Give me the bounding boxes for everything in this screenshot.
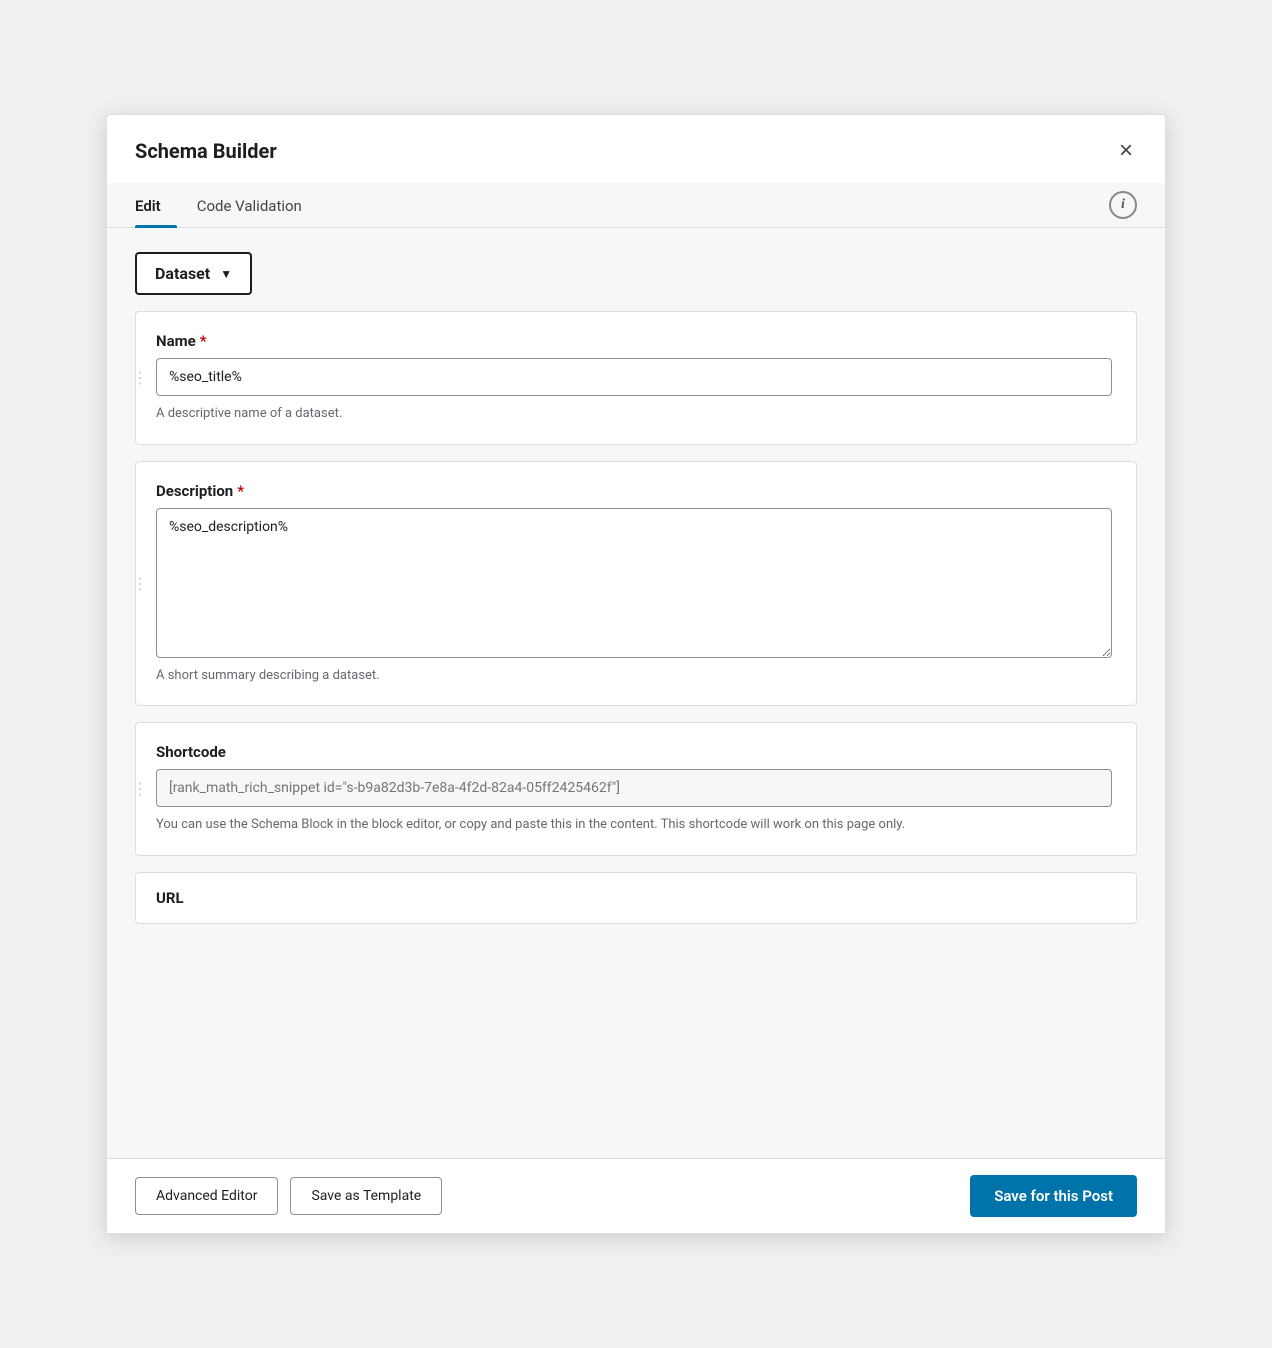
url-field-group: URL (135, 872, 1137, 924)
name-hint: A descriptive name of a dataset. (156, 404, 1112, 424)
tabs-bar: Edit Code Validation i (107, 183, 1165, 228)
drag-handle: ⋮ (136, 723, 144, 855)
tab-info-button[interactable]: i (1109, 191, 1137, 219)
name-field-group: ⋮ Name * A descriptive name of a dataset… (135, 311, 1137, 445)
close-button[interactable]: × (1115, 135, 1137, 167)
advanced-editor-button[interactable]: Advanced Editor (135, 1177, 278, 1215)
shortcode-input[interactable] (156, 769, 1112, 807)
tab-code-validation[interactable]: Code Validation (197, 183, 318, 227)
chevron-down-icon: ▼ (220, 267, 232, 281)
drag-handle: ⋮ (136, 462, 144, 706)
modal-footer: Advanced Editor Save as Template Save fo… (107, 1158, 1165, 1233)
description-hint: A short summary describing a dataset. (156, 666, 1112, 686)
description-field-group: ⋮ Description * A short summary describi… (135, 461, 1137, 707)
schema-type-button[interactable]: Dataset ▼ (135, 252, 252, 295)
save-post-button[interactable]: Save for this Post (970, 1175, 1137, 1217)
name-input[interactable] (156, 358, 1112, 396)
description-required-star: * (237, 482, 244, 500)
modal-title: Schema Builder (135, 139, 277, 163)
info-icon: i (1109, 191, 1137, 219)
modal-header: Schema Builder × (107, 115, 1165, 183)
save-template-button[interactable]: Save as Template (290, 1177, 442, 1215)
shortcode-field-group: ⋮ Shortcode You can use the Schema Block… (135, 722, 1137, 856)
description-label: Description * (156, 482, 1112, 500)
description-textarea[interactable] (156, 508, 1112, 658)
url-label: URL (156, 889, 1112, 907)
modal-body: Dataset ▼ ⋮ Name * A descriptive name of… (107, 228, 1165, 1158)
name-label: Name * (156, 332, 1112, 350)
fields-container: ⋮ Name * A descriptive name of a dataset… (135, 311, 1137, 924)
drag-handle: ⋮ (136, 312, 144, 444)
shortcode-label: Shortcode (156, 743, 1112, 761)
name-required-star: * (200, 332, 207, 350)
shortcode-hint: You can use the Schema Block in the bloc… (156, 815, 1112, 835)
schema-type-label: Dataset (155, 264, 210, 283)
schema-builder-modal: Schema Builder × Edit Code Validation i … (106, 114, 1166, 1234)
tab-edit[interactable]: Edit (135, 183, 177, 227)
